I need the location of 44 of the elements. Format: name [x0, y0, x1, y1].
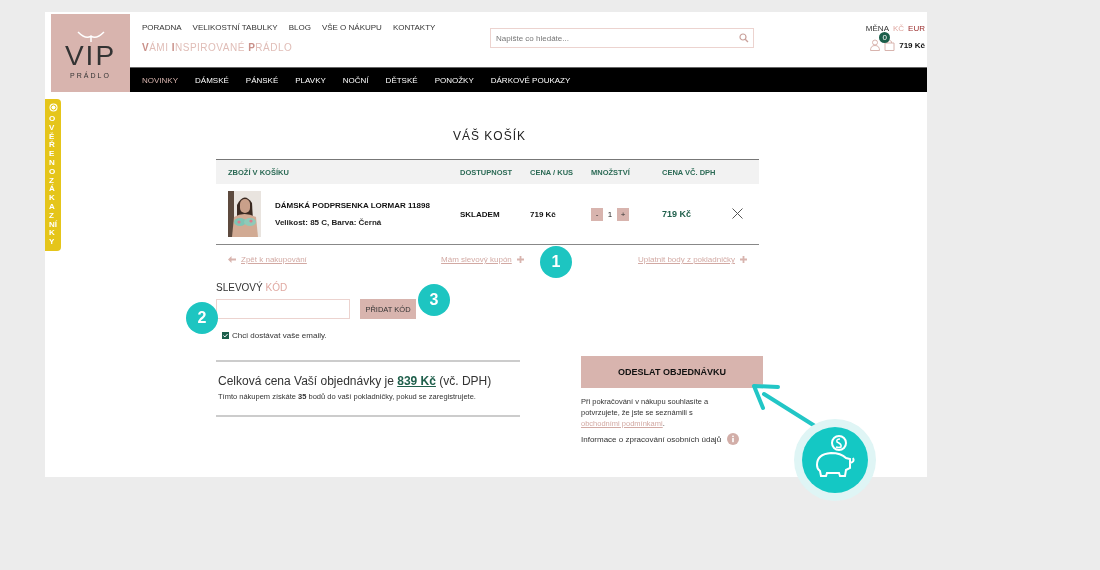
bag-icon: [884, 39, 896, 51]
top-link[interactable]: PORADNA: [142, 23, 182, 32]
nav-item[interactable]: PÁNSKÉ: [245, 75, 279, 85]
seal-icon: [48, 103, 58, 112]
section-title: SLEVOVÝ KÓD: [216, 282, 289, 293]
product-variant: Velikost: 85 C, Barva: Černá: [275, 218, 383, 227]
plus-button[interactable]: +: [617, 207, 629, 221]
availability: SKLADEM: [460, 209, 501, 219]
page-title: VÁŠ KOŠÍK: [452, 129, 527, 143]
close-icon: [732, 207, 743, 219]
user-icon: [870, 39, 881, 51]
cart-total[interactable]: 719 Kč: [899, 40, 925, 50]
info-icon: [727, 433, 740, 445]
top-link[interactable]: KONTAKTY: [392, 23, 436, 32]
top-link[interactable]: VELIKOSTNÍ TABULKY: [192, 23, 278, 32]
nav-item[interactable]: NOVINKY: [142, 75, 178, 85]
cart-count-badge: 0: [879, 32, 891, 43]
unit-price: 719 Kč: [530, 209, 557, 219]
checkbox[interactable]: [222, 332, 229, 339]
line-price: 719 Kč: [662, 209, 693, 219]
submit-order-button[interactable]: ODESLAT OBJEDNÁVKU: [581, 356, 763, 388]
logo-text: VIP: [64, 42, 117, 70]
currency-label: MĚNA: [865, 24, 889, 33]
quantity-value[interactable]: 1: [603, 209, 617, 219]
product-name[interactable]: DÁMSKÁ PODPRSENKA LORMAR 11898: [275, 201, 430, 210]
plus-icon: [516, 256, 524, 263]
nav-item[interactable]: NOČNÍ: [342, 75, 369, 85]
nav-item[interactable]: DÁMSKÉ: [195, 75, 229, 85]
nav-item[interactable]: PONOŽKY: [434, 75, 474, 85]
plus-icon: [740, 256, 747, 263]
checkbox-label: Chci dostávat vaše emaily.: [232, 331, 327, 340]
currency-option[interactable]: EUR: [908, 24, 925, 33]
nav-item[interactable]: DĚTSKÉ: [385, 75, 418, 85]
total-price: Celková cena Vaší objednávky je 839 Kč (vč. DPH): [218, 374, 493, 388]
nav-item[interactable]: DÁRKOVÉ POUKAZY: [490, 75, 571, 85]
privacy-text: Informace o zpracování osobních údajů: [581, 434, 722, 444]
nav-item[interactable]: PLAVKY: [295, 75, 326, 85]
top-link[interactable]: VŠE O NÁKUPU: [321, 23, 382, 32]
arrow-left-icon: [228, 256, 236, 263]
coupon-field[interactable]: [216, 299, 350, 319]
top-link[interactable]: BLOG: [288, 23, 311, 32]
tagline: VÁMI INSPIROVANÉ PRÁDLO: [142, 42, 294, 53]
logo-mark-icon: [75, 30, 106, 42]
minus-button[interactable]: -: [591, 207, 603, 221]
